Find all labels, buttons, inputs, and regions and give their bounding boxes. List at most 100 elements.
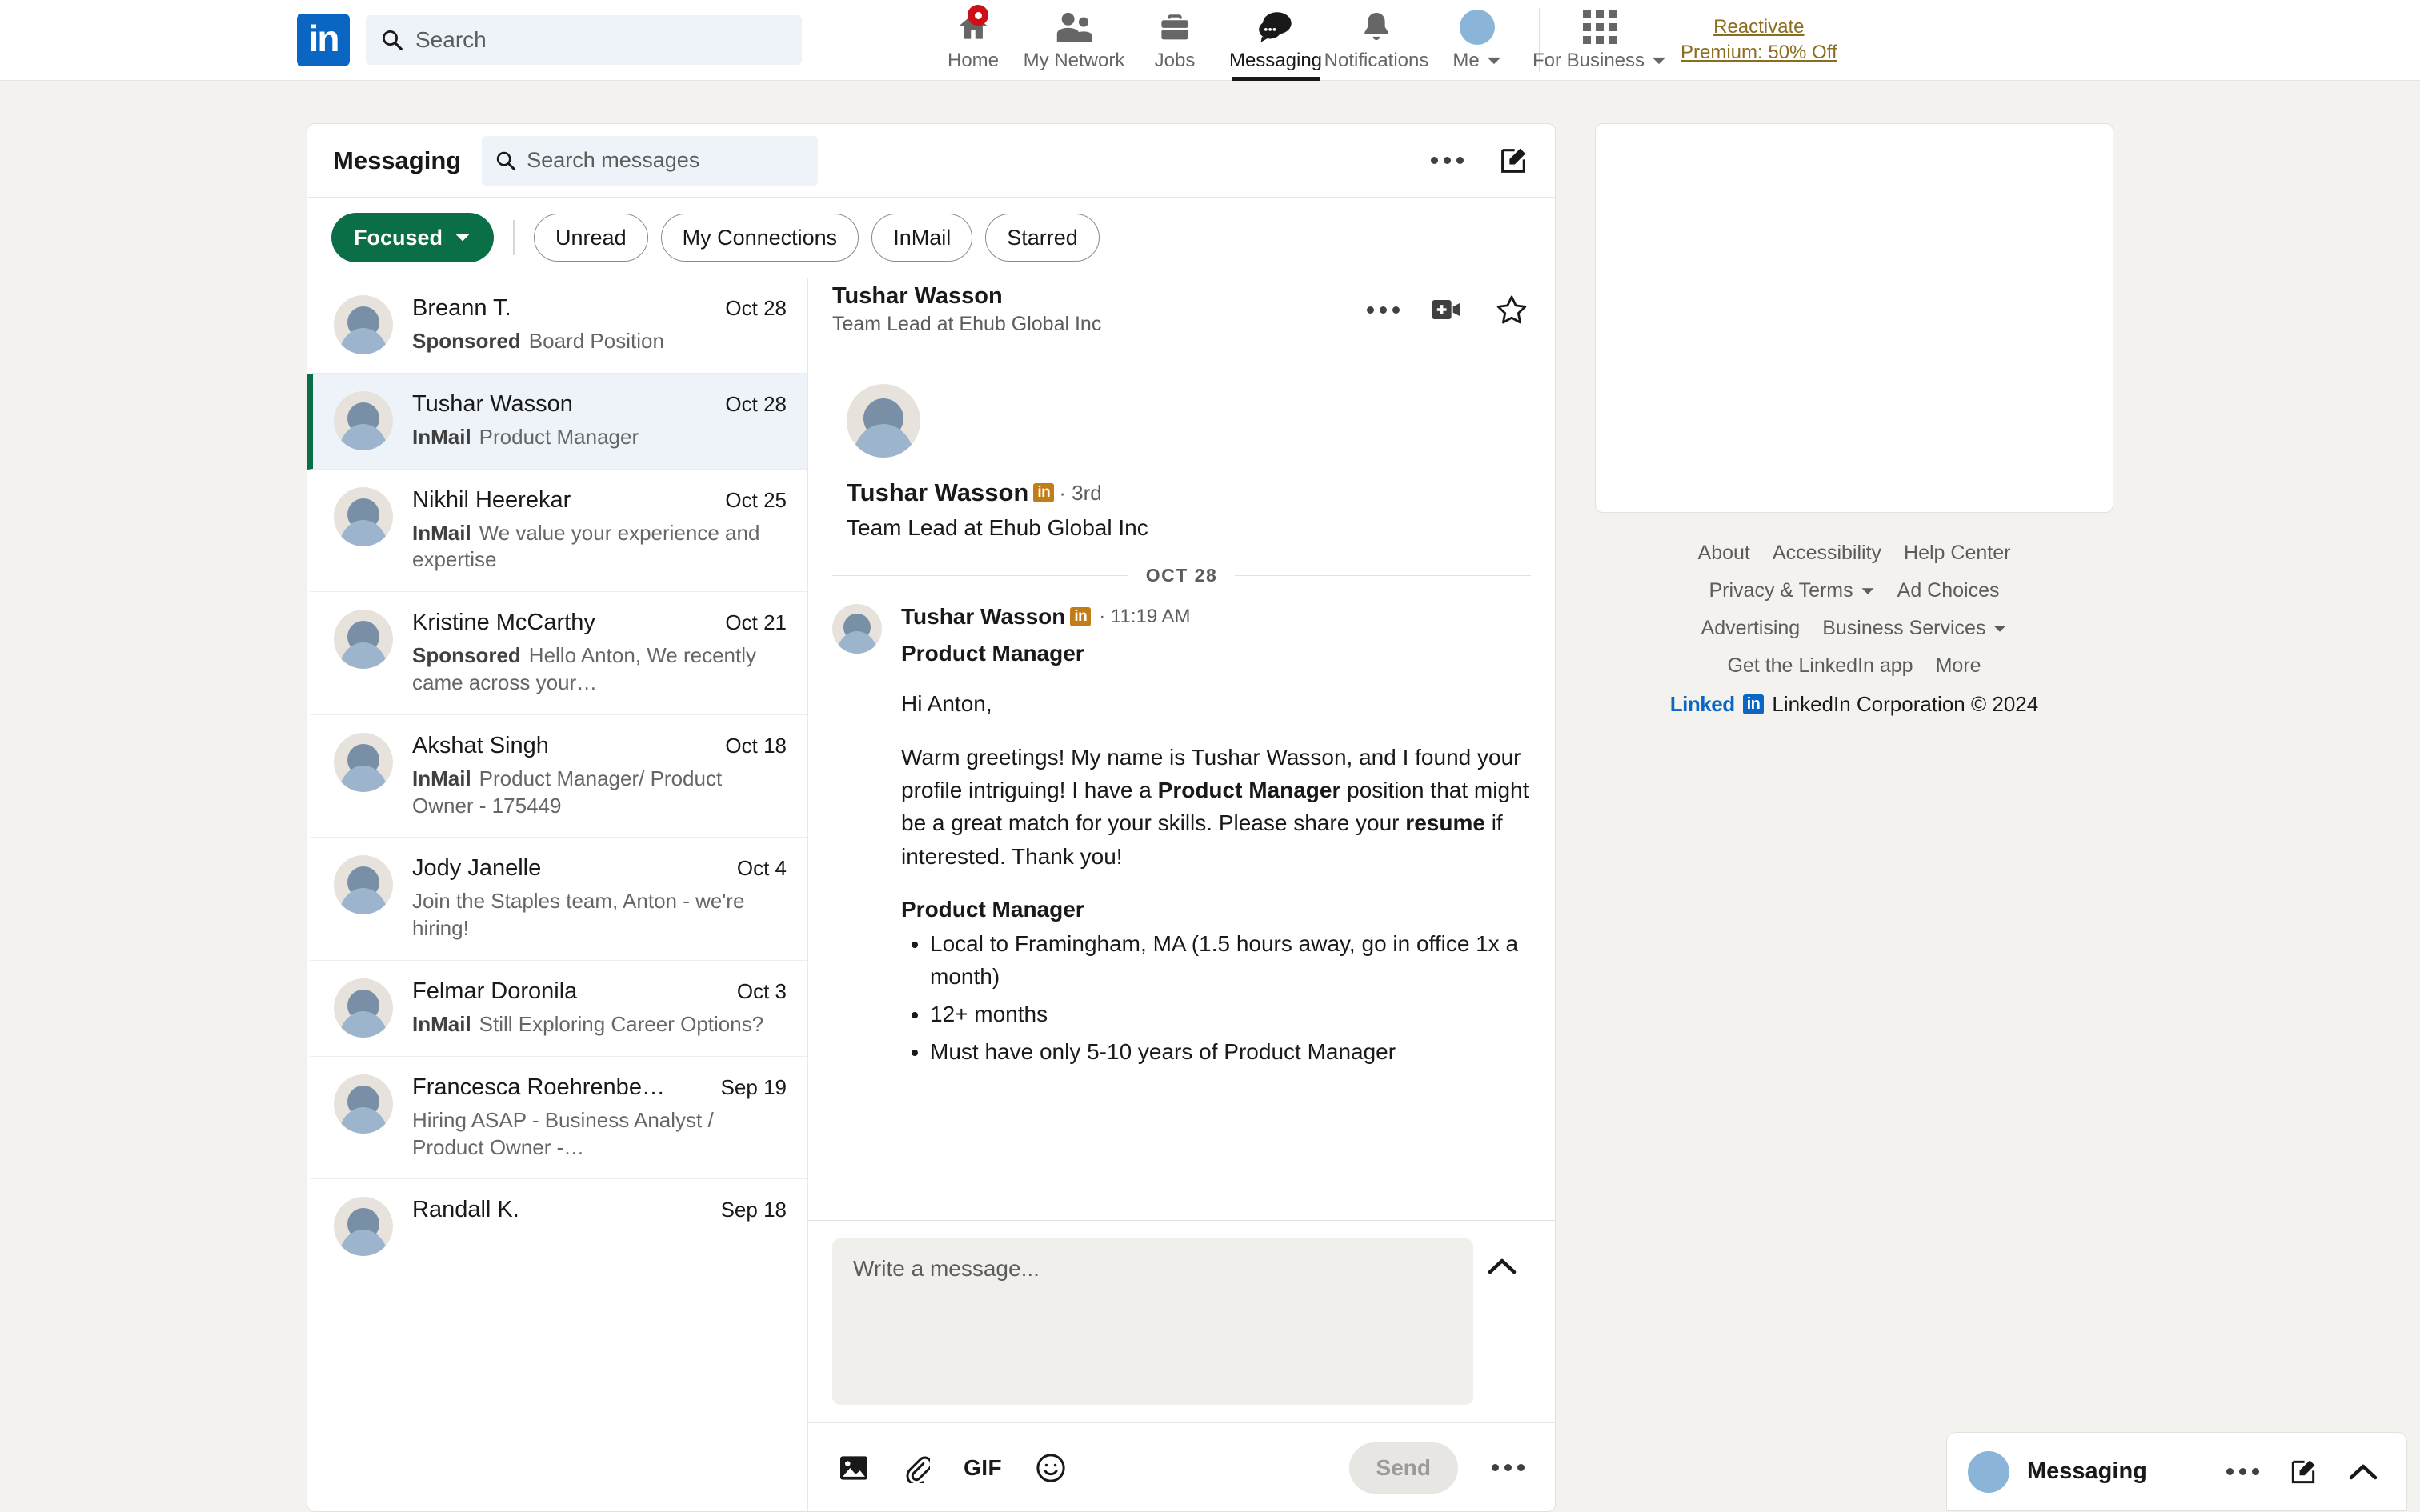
premium-upsell[interactable]: Reactivate Premium: 50% Off (1681, 0, 1837, 81)
filter-pill-inmail[interactable]: InMail (871, 214, 973, 262)
conversation-list-item[interactable]: Jody Janelle Oct 4 Join the Staples team, … (307, 838, 807, 961)
footer-link[interactable]: About (1698, 542, 1750, 565)
conversation-list-item[interactable]: Akshat Singh Oct 18 InMail Product Manager/… (307, 715, 807, 838)
filter-focused-dropdown[interactable]: Focused (331, 213, 495, 262)
message-composer: Write a message... GIF Send (808, 1220, 1555, 1511)
conversation-avatar[interactable] (334, 486, 393, 574)
conversation-tag: InMail (412, 1011, 471, 1036)
conversation-list-item[interactable]: Nikhil Heerekar Oct 25 InMail We value your… (307, 470, 807, 593)
avatar[interactable] (334, 978, 393, 1038)
footer-link[interactable]: Get the LinkedIn app (1727, 654, 1913, 678)
conversation-list-item[interactable]: Francesca Roehrenbe… Sep 19 Hiring ASAP - … (307, 1057, 807, 1180)
messaging-split-view: Breann T. Oct 28 Sponsored Board Position T… (307, 278, 1555, 1511)
filter-pill-unread[interactable]: Unread (534, 214, 648, 262)
conversation-list-item[interactable]: Felmar Doronila Oct 3 InMail Still Explorin… (307, 961, 807, 1057)
avatar[interactable] (334, 1197, 393, 1257)
footer-link[interactable]: Privacy & Terms (1709, 579, 1875, 602)
filter-pill-starred[interactable]: Starred (985, 214, 1100, 262)
message-item: Tushar Wasson in · 11:19 AM Product Mana… (808, 586, 1555, 1068)
thread-profile-role: Team Lead at Ehub Global Inc (847, 515, 1148, 540)
conversation-avatar[interactable] (334, 855, 393, 942)
for-business-label-group: For Business (1533, 50, 1667, 72)
conversation-date: Oct 4 (736, 856, 787, 881)
conversation-list-item[interactable]: Randall K. Sep 18 (307, 1179, 807, 1275)
global-search-input[interactable]: Search (366, 15, 802, 65)
chevron-down-icon (1861, 586, 1875, 596)
reactivate-premium-link-line2[interactable]: Premium: 50% Off (1681, 42, 1837, 64)
nav-item-messaging[interactable]: Messaging (1225, 0, 1326, 81)
footer-link[interactable]: More (1936, 654, 1981, 678)
message-input[interactable]: Write a message... (832, 1238, 1473, 1405)
conversation-avatar[interactable] (334, 732, 393, 820)
more-options-icon[interactable] (1431, 157, 1464, 164)
more-options-icon[interactable] (1492, 1464, 1525, 1471)
star-icon[interactable] (1496, 294, 1528, 325)
conversation-list-item[interactable]: Kristine McCarthy Oct 21 Sponsored Hello An… (307, 592, 807, 715)
nav-item-for-business[interactable]: For Business (1533, 0, 1666, 81)
linkedin-logo-icon[interactable]: in (297, 14, 350, 66)
composer-expand-button[interactable] (1473, 1238, 1531, 1277)
conversation-avatar[interactable] (334, 1074, 393, 1162)
global-navigation-bar: in Search Home My Network Jobs Messaging… (0, 0, 2420, 81)
thread-profile-name[interactable]: Tushar Wasson (847, 478, 1028, 507)
reactivate-premium-link-line1[interactable]: Reactivate (1713, 16, 1804, 38)
avatar[interactable] (334, 390, 393, 450)
conversation-list-item[interactable]: Breann T. Oct 28 Sponsored Board Position (307, 278, 807, 374)
send-button[interactable]: Send (1348, 1442, 1458, 1494)
conversation-tag: Sponsored (412, 329, 521, 353)
messaging-overlay-bar[interactable]: Messaging (1946, 1432, 2407, 1511)
video-call-icon[interactable] (1432, 298, 1464, 322)
avatar[interactable] (1968, 1450, 2009, 1493)
avatar[interactable] (334, 610, 393, 670)
avatar[interactable] (334, 486, 393, 546)
thread-message-area[interactable]: Tushar Wasson in · 3rd Team Lead at Ehub… (808, 342, 1555, 1220)
footer-link[interactable]: Accessibility (1773, 542, 1881, 565)
nav-item-jobs[interactable]: Jobs (1124, 0, 1225, 81)
attachment-icon[interactable] (903, 1453, 930, 1483)
footer-link[interactable]: Ad Choices (1897, 579, 2000, 602)
image-icon[interactable] (839, 1454, 869, 1482)
avatar[interactable] (832, 604, 882, 654)
conversation-body: Felmar Doronila Oct 3 InMail Still Explorin… (412, 978, 787, 1038)
conversation-avatar[interactable] (334, 1197, 393, 1257)
nav-item-my-network[interactable]: My Network (1024, 0, 1124, 81)
nav-item-label: Jobs (1154, 50, 1196, 71)
more-options-icon[interactable] (1367, 306, 1400, 314)
nav-item-home[interactable]: Home (923, 0, 1024, 81)
footer-link[interactable]: Help Center (1904, 542, 2010, 565)
message-bullet-item: 12+ months (930, 998, 1531, 1030)
conversation-avatar[interactable] (334, 978, 393, 1038)
compose-message-icon[interactable] (2288, 1457, 2318, 1487)
conversation-date: Sep 18 (720, 1198, 787, 1222)
conversation-list-item[interactable]: Tushar Wasson Oct 28 InMail Product Manager (307, 373, 807, 470)
advertisement-card[interactable] (1595, 123, 2113, 513)
people-icon (1055, 8, 1093, 46)
nav-item-notifications[interactable]: Notifications (1324, 0, 1428, 81)
avatar[interactable] (334, 855, 393, 915)
conversation-avatar[interactable] (334, 390, 393, 451)
nav-item-me[interactable]: Me (1427, 0, 1528, 81)
message-sender-name[interactable]: Tushar Wasson (901, 604, 1065, 630)
chevron-up-icon[interactable] (2347, 1462, 2379, 1482)
gif-icon[interactable]: GIF (964, 1455, 1002, 1481)
conversation-sender-name: Jody Janelle (412, 855, 542, 882)
footer-link[interactable]: Business Services (1822, 617, 2007, 640)
conversation-list[interactable]: Breann T. Oct 28 Sponsored Board Position T… (307, 278, 808, 1511)
chevron-down-icon (1993, 624, 2007, 634)
conversation-avatar[interactable] (334, 610, 393, 697)
emoji-icon[interactable] (1036, 1453, 1066, 1483)
avatar[interactable] (334, 732, 393, 792)
compose-message-icon[interactable] (1497, 145, 1529, 177)
conversation-avatar[interactable] (334, 295, 393, 355)
avatar[interactable] (847, 384, 920, 458)
messaging-header: Messaging Search messages (307, 124, 1555, 198)
conversation-body: Jody Janelle Oct 4 Join the Staples team, … (412, 855, 787, 942)
message-content: Tushar Wasson in · 11:19 AM Product Mana… (882, 604, 1531, 1068)
more-options-icon[interactable] (2226, 1468, 2259, 1475)
message-timestamp: · 11:19 AM (1099, 606, 1191, 627)
footer-link[interactable]: Advertising (1701, 617, 1801, 640)
avatar[interactable] (334, 1074, 393, 1134)
avatar[interactable] (334, 295, 393, 354)
filter-pill-my-connections[interactable]: My Connections (660, 214, 859, 262)
search-messages-input[interactable]: Search messages (482, 135, 819, 186)
